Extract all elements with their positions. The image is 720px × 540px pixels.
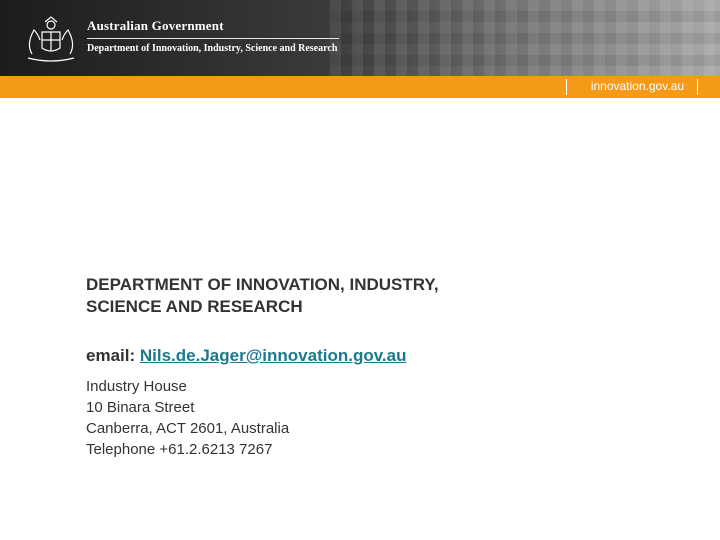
address-line: Industry House bbox=[86, 378, 187, 395]
email-link[interactable]: Nils.de.Jager@innovation.gov.au bbox=[140, 346, 407, 365]
department-heading: DEPARTMENT OF INNOVATION, INDUSTRY, SCIE… bbox=[86, 274, 686, 318]
header-banner: Australian Government Department of Inno… bbox=[0, 0, 720, 76]
telephone-line: Telephone +61.2.6213 7267 bbox=[86, 441, 273, 458]
url-separator-right bbox=[697, 79, 698, 95]
coat-of-arms-icon bbox=[27, 16, 75, 62]
postal-address: Industry House 10 Binara Street Canberra… bbox=[86, 376, 686, 460]
email-label: email: bbox=[86, 346, 136, 365]
pixel-pattern-decoration bbox=[330, 0, 720, 76]
department-heading-line-2: SCIENCE AND RESEARCH bbox=[86, 297, 303, 316]
address-line: 10 Binara Street bbox=[86, 399, 195, 416]
contact-block: DEPARTMENT OF INNOVATION, INDUSTRY, SCIE… bbox=[86, 274, 686, 460]
address-line: Canberra, ACT 2601, Australia bbox=[86, 420, 290, 437]
department-name: Department of Innovation, Industry, Scie… bbox=[87, 43, 338, 54]
email-line: email: Nils.de.Jager@innovation.gov.au bbox=[86, 346, 686, 366]
site-url[interactable]: innovation.gov.au bbox=[591, 79, 684, 93]
url-separator-left bbox=[566, 79, 567, 95]
header-divider bbox=[87, 38, 339, 39]
department-heading-line-1: DEPARTMENT OF INNOVATION, INDUSTRY, bbox=[86, 275, 439, 294]
government-name: Australian Government bbox=[87, 18, 224, 33]
